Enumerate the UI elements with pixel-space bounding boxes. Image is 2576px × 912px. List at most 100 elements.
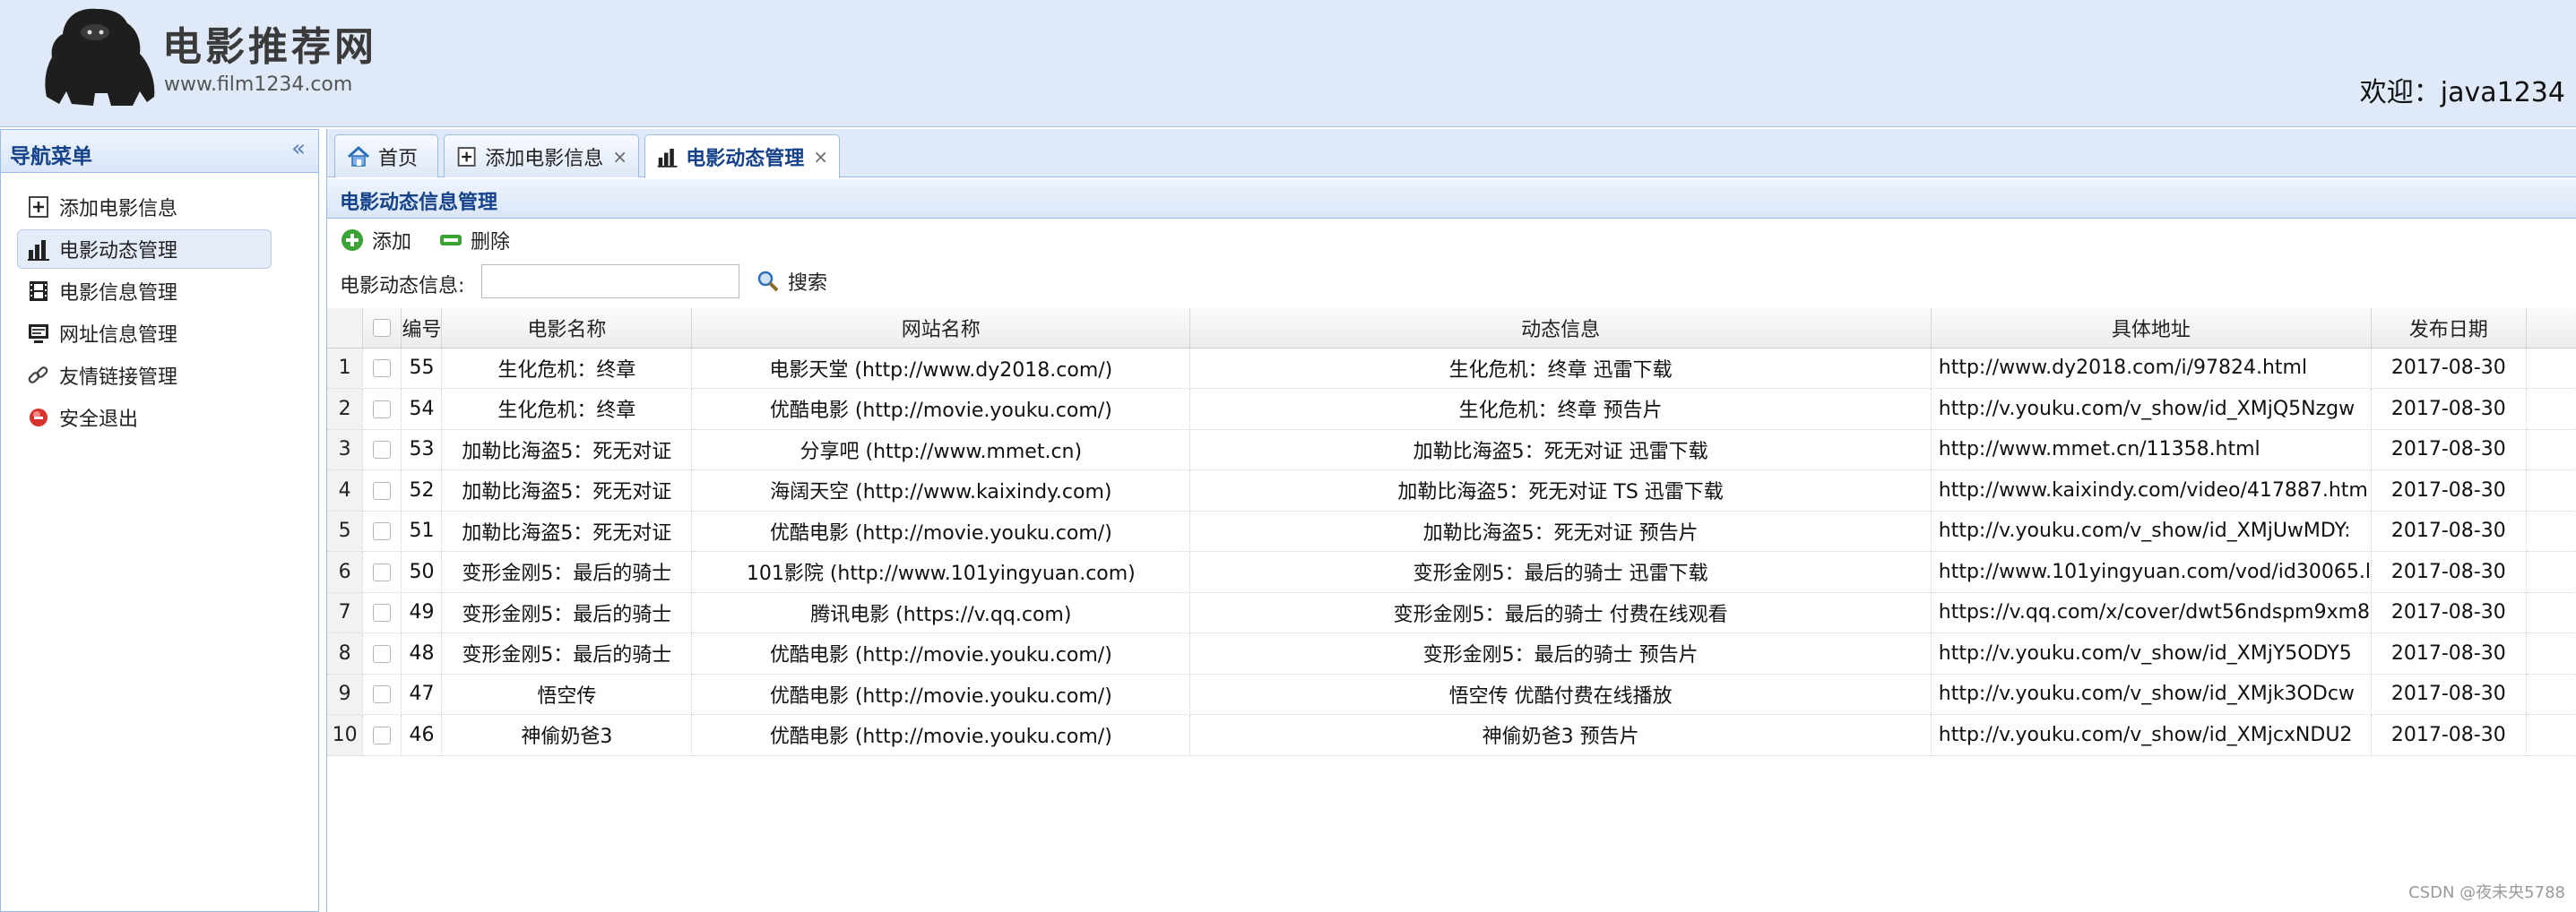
- table-row[interactable]: 1 55 生化危机：终章 电影天堂 (http://www.dy2018.com/) 生…: [327, 348, 2576, 389]
- col-header-id[interactable]: 编号: [401, 308, 443, 348]
- row-checkbox[interactable]: [373, 644, 392, 663]
- nav-panel: 导航菜单 « 添加电影信息 电影动态管理 电影信息管理 网址信息管理 友情链接管…: [0, 129, 319, 912]
- cell-info: 悟空传 优酷付费在线播放: [1189, 674, 1932, 715]
- cell-film: 生化危机：终章: [441, 348, 693, 389]
- cell-site: 优酷电影 (http://movie.youku.com/): [691, 632, 1191, 675]
- cell-info: 加勒比海盗5：死无对证 TS 迅雷下载: [1189, 469, 1932, 512]
- cell-site: 优酷电影 (http://movie.youku.com/): [691, 714, 1191, 756]
- cell-url: http://v.youku.com/v_show/id_XMjY5ODY5: [1931, 632, 2372, 675]
- table-row[interactable]: 8 48 变形金刚5：最后的骑士 优酷电影 (http://movie.youku.c…: [327, 632, 2576, 675]
- cell-date: 2017-08-30: [2371, 674, 2527, 715]
- add-button-label: 添加: [372, 231, 412, 254]
- col-header-site[interactable]: 网站名称: [691, 308, 1191, 348]
- table-row[interactable]: 3 53 加勒比海盗5：死无对证 分享吧 (http://www.mmet.cn) 加勒…: [327, 429, 2576, 470]
- cell-url: http://v.youku.com/v_show/id_XMjk3ODcw: [1931, 674, 2372, 715]
- cell-date: 2017-08-30: [2371, 388, 2527, 430]
- cell-film: 生化危机：终章: [441, 388, 693, 430]
- cell-url: http://www.kaixindy.com/video/417887.htm: [1931, 469, 2372, 512]
- search-bar: 电影动态信息: 搜索: [327, 262, 2576, 303]
- row-checkbox[interactable]: [373, 604, 392, 623]
- add-doc-icon: [29, 196, 48, 218]
- close-icon[interactable]: ×: [612, 146, 627, 168]
- row-checkbox[interactable]: [373, 726, 392, 744]
- cell-info: 生化危机：终章 预告片: [1189, 388, 1932, 430]
- row-checkbox[interactable]: [373, 685, 392, 704]
- delete-button[interactable]: 删除: [438, 226, 510, 254]
- minus-icon: [440, 235, 462, 245]
- cell-film: 变形金刚5：最后的骑士: [441, 632, 693, 675]
- monitor-icon: [29, 324, 48, 343]
- news-table: 编号 电影名称 网站名称 动态信息 具体地址 发布日期 1 55 生化危机：终章 电影…: [327, 308, 2576, 756]
- site-logo: 电影推荐网 www.film1234.com: [41, 2, 400, 109]
- exit-icon: [30, 409, 48, 426]
- search-icon: [757, 271, 779, 292]
- cell-id: 48: [401, 632, 443, 675]
- cell-filler: [2526, 388, 2576, 430]
- film-icon: [30, 281, 48, 301]
- col-header-date[interactable]: 发布日期: [2371, 308, 2527, 348]
- row-checkbox[interactable]: [373, 400, 392, 418]
- row-checkbox[interactable]: [373, 522, 392, 541]
- cell-url: http://v.youku.com/v_show/id_XMjQ5Nzgw: [1931, 388, 2372, 430]
- cell-filler: [2526, 348, 2576, 389]
- cell-film: 变形金刚5：最后的骑士: [441, 551, 693, 593]
- table-row[interactable]: 7 49 变形金刚5：最后的骑士 腾讯电影 (https://v.qq.com) 变形金…: [327, 592, 2576, 633]
- nav-item-logout[interactable]: 安全退出: [17, 398, 272, 437]
- row-number-header: [327, 308, 364, 348]
- header-bar: 电影推荐网 www.film1234.com 欢迎：java1234: [0, 0, 2576, 127]
- tab-movie-news[interactable]: 电影动态管理 ×: [644, 134, 840, 178]
- col-header-info[interactable]: 动态信息: [1189, 308, 1932, 348]
- cell-filler: [2526, 592, 2576, 633]
- cell-site: 优酷电影 (http://movie.youku.com/): [691, 674, 1191, 715]
- cell-info: 变形金刚5：最后的骑士 迅雷下载: [1189, 551, 1932, 593]
- collapse-icon[interactable]: «: [291, 137, 306, 160]
- table-row[interactable]: 2 54 生化危机：终章 优酷电影 (http://movie.youku.com/)…: [327, 388, 2576, 430]
- cell-date: 2017-08-30: [2371, 469, 2527, 512]
- cell-info: 加勒比海盗5：死无对证 预告片: [1189, 511, 1932, 552]
- table-row[interactable]: 5 51 加勒比海盗5：死无对证 优酷电影 (http://movie.youku.c…: [327, 511, 2576, 552]
- cell-url: http://www.mmet.cn/11358.html: [1931, 429, 2372, 470]
- delete-button-label: 删除: [471, 231, 511, 254]
- table-row[interactable]: 10 46 神偷奶爸3 优酷电影 (http://movie.youku.com/) 神…: [327, 714, 2576, 756]
- cell-site: 电影天堂 (http://www.dy2018.com/): [691, 348, 1191, 389]
- row-select-cell: [362, 551, 402, 593]
- tab-label: 添加电影信息: [485, 147, 604, 170]
- tab-add-movie[interactable]: 添加电影信息 ×: [444, 134, 639, 177]
- row-select-cell: [362, 429, 402, 470]
- cell-date: 2017-08-30: [2371, 348, 2527, 389]
- close-icon[interactable]: ×: [813, 146, 828, 168]
- data-grid: 编号 电影名称 网站名称 动态信息 具体地址 发布日期 1 55 生化危机：终章 电影…: [327, 308, 2576, 756]
- row-number: 2: [327, 388, 364, 430]
- nav-item-label: 电影动态管理: [59, 240, 178, 262]
- nav-item-friend-links[interactable]: 友情链接管理: [17, 356, 272, 395]
- col-header-film[interactable]: 电影名称: [441, 308, 693, 348]
- logo-url: www.film1234.com: [164, 73, 353, 96]
- cell-date: 2017-08-30: [2371, 632, 2527, 675]
- row-select-cell: [362, 348, 402, 389]
- row-checkbox[interactable]: [373, 359, 392, 378]
- add-button[interactable]: 添加: [340, 226, 411, 254]
- tab-home[interactable]: 首页: [334, 134, 438, 177]
- cell-site: 海阔天空 (http://www.kaixindy.com): [691, 469, 1191, 512]
- table-row[interactable]: 6 50 变形金刚5：最后的骑士 101影院 (http://www.101yingy…: [327, 551, 2576, 593]
- search-button[interactable]: 搜索: [756, 267, 827, 296]
- cell-id: 51: [401, 511, 443, 552]
- cell-id: 47: [401, 674, 443, 715]
- nav-item-add-movie[interactable]: 添加电影信息: [17, 187, 272, 227]
- search-input[interactable]: [481, 264, 739, 298]
- cell-site: 101影院 (http://www.101yingyuan.com): [691, 551, 1191, 593]
- col-header-url[interactable]: 具体地址: [1931, 308, 2372, 348]
- bar-chart-icon: [28, 240, 49, 261]
- table-row[interactable]: 9 47 悟空传 优酷电影 (http://movie.youku.com/) 悟空传 …: [327, 674, 2576, 715]
- cell-film: 悟空传: [441, 674, 693, 715]
- select-all-checkbox[interactable]: [373, 319, 392, 338]
- nav-item-movie-info[interactable]: 电影信息管理: [17, 271, 272, 311]
- row-checkbox[interactable]: [373, 563, 392, 581]
- nav-item-movie-news[interactable]: 电影动态管理: [17, 229, 272, 269]
- row-checkbox[interactable]: [373, 441, 392, 460]
- table-row[interactable]: 4 52 加勒比海盗5：死无对证 海阔天空 (http://www.kaixindy.…: [327, 469, 2576, 512]
- row-checkbox[interactable]: [373, 481, 392, 500]
- nav-item-url-info[interactable]: 网址信息管理: [17, 314, 272, 353]
- cell-site: 优酷电影 (http://movie.youku.com/): [691, 511, 1191, 552]
- tab-label: 电影动态管理: [686, 148, 805, 170]
